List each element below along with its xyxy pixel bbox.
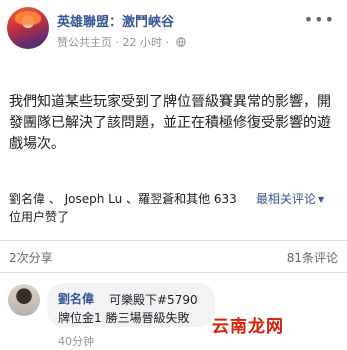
divider [0,272,347,273]
more-options-icon[interactable]: ••• [304,12,335,28]
host-label[interactable]: 赞公共主页 [57,36,112,49]
comment-text-line1: 可樂殿下#5790 [109,293,198,307]
comments-count[interactable]: 81条评论 [287,249,338,266]
comment-author[interactable]: 劉名偉 [58,290,94,307]
page-avatar[interactable] [7,7,49,49]
page-name-link[interactable]: 英雄聯盟：激鬥峽谷 [57,11,174,30]
comment-sort-label: 最相关评论 [256,192,317,206]
comment-text-line2: 牌位金1 勝三場晉級失敗 [58,311,190,325]
watermark: 云南龙网 [212,317,284,337]
divider [0,240,347,241]
likers-summary[interactable]: 劉名偉 、 Joseph Lu 、羅翌蒼和其他 633 位用户赞了 [9,190,249,226]
meta-separator-2: · [165,36,170,49]
post-text: 我們知道某些玩家受到了牌位晉級賽異常的影響，開發團隊已解決了該問題，並正在積極修… [9,94,331,152]
globe-icon [175,37,186,47]
post-time[interactable]: 22 小时 [123,36,163,49]
shares-count[interactable]: 2次分享 [9,249,53,266]
commenter-avatar[interactable] [8,284,40,316]
post-header: 英雄聯盟：激鬥峽谷 赞公共主页 · 22 小时 · ••• [0,0,347,60]
meta-separator: · [115,36,120,49]
post-meta: 赞公共主页 · 22 小时 · [57,34,186,50]
comment-sort-dropdown[interactable]: 最相关评论 ▼ [256,190,324,209]
chevron-down-icon: ▼ [318,195,325,204]
comment-time[interactable]: 40分钟 [58,333,94,349]
